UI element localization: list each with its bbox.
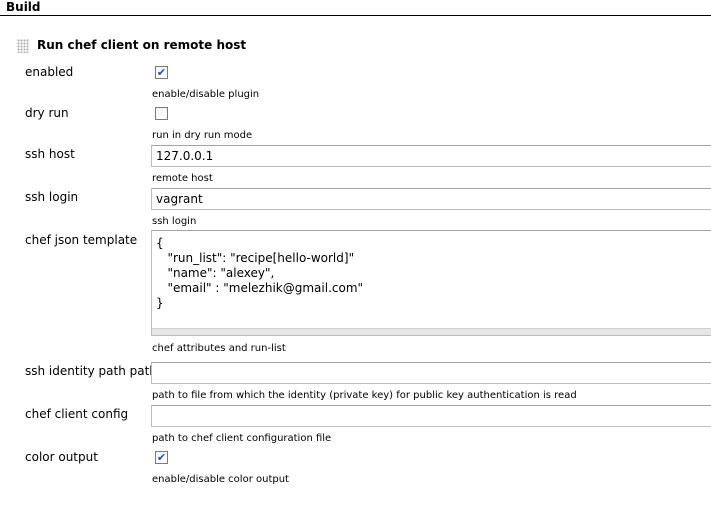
dry-run-checkbox[interactable] (155, 107, 168, 120)
ssh-host-help: remote host (152, 173, 213, 184)
chef-json-template-textarea[interactable]: { "run_list": "recipe[hello-world]" "nam… (151, 230, 711, 336)
check-mark-icon: ✔ (156, 66, 167, 79)
ssh-login-help: ssh login (152, 216, 197, 227)
ssh-login-input[interactable]: vagrant (151, 188, 711, 210)
ssh-login-label: ssh login (25, 190, 79, 204)
dry-run-label: dry run (25, 106, 69, 120)
color-output-label: color output (25, 450, 98, 464)
chef-json-template-label: chef json template (25, 233, 138, 247)
chef-json-template-text[interactable]: { "run_list": "recipe[hello-world]" "nam… (152, 231, 711, 311)
chef-client-config-label: chef client config (25, 407, 129, 421)
enabled-help: enable/disable plugin (152, 89, 260, 100)
ssh-host-label: ssh host (25, 147, 75, 161)
ssh-host-input[interactable]: 127.0.0.1 (151, 145, 711, 167)
section-divider (0, 15, 711, 16)
dry-run-help: run in dry run mode (152, 130, 253, 141)
block-title: Run chef client on remote host (37, 38, 247, 52)
enabled-checkbox[interactable]: ✔ (155, 66, 168, 79)
ssh-identity-path-input[interactable] (151, 362, 711, 384)
chef-client-config-input[interactable] (151, 405, 711, 427)
textarea-resize-handle[interactable] (152, 328, 711, 335)
section-title: Build (6, 0, 41, 14)
color-output-checkbox[interactable]: ✔ (155, 451, 168, 464)
drag-handle-icon[interactable] (17, 39, 29, 53)
chef-client-config-help: path to chef client configuration file (152, 433, 332, 444)
ssh-identity-path-help: path to file from which the identity (pr… (152, 390, 577, 401)
color-output-help: enable/disable color output (152, 474, 289, 485)
check-mark-icon: ✔ (156, 451, 167, 464)
ssh-identity-path-label: ssh identity path path (25, 364, 157, 378)
chef-json-template-help: chef attributes and run-list (152, 343, 286, 354)
enabled-label: enabled (25, 65, 74, 79)
